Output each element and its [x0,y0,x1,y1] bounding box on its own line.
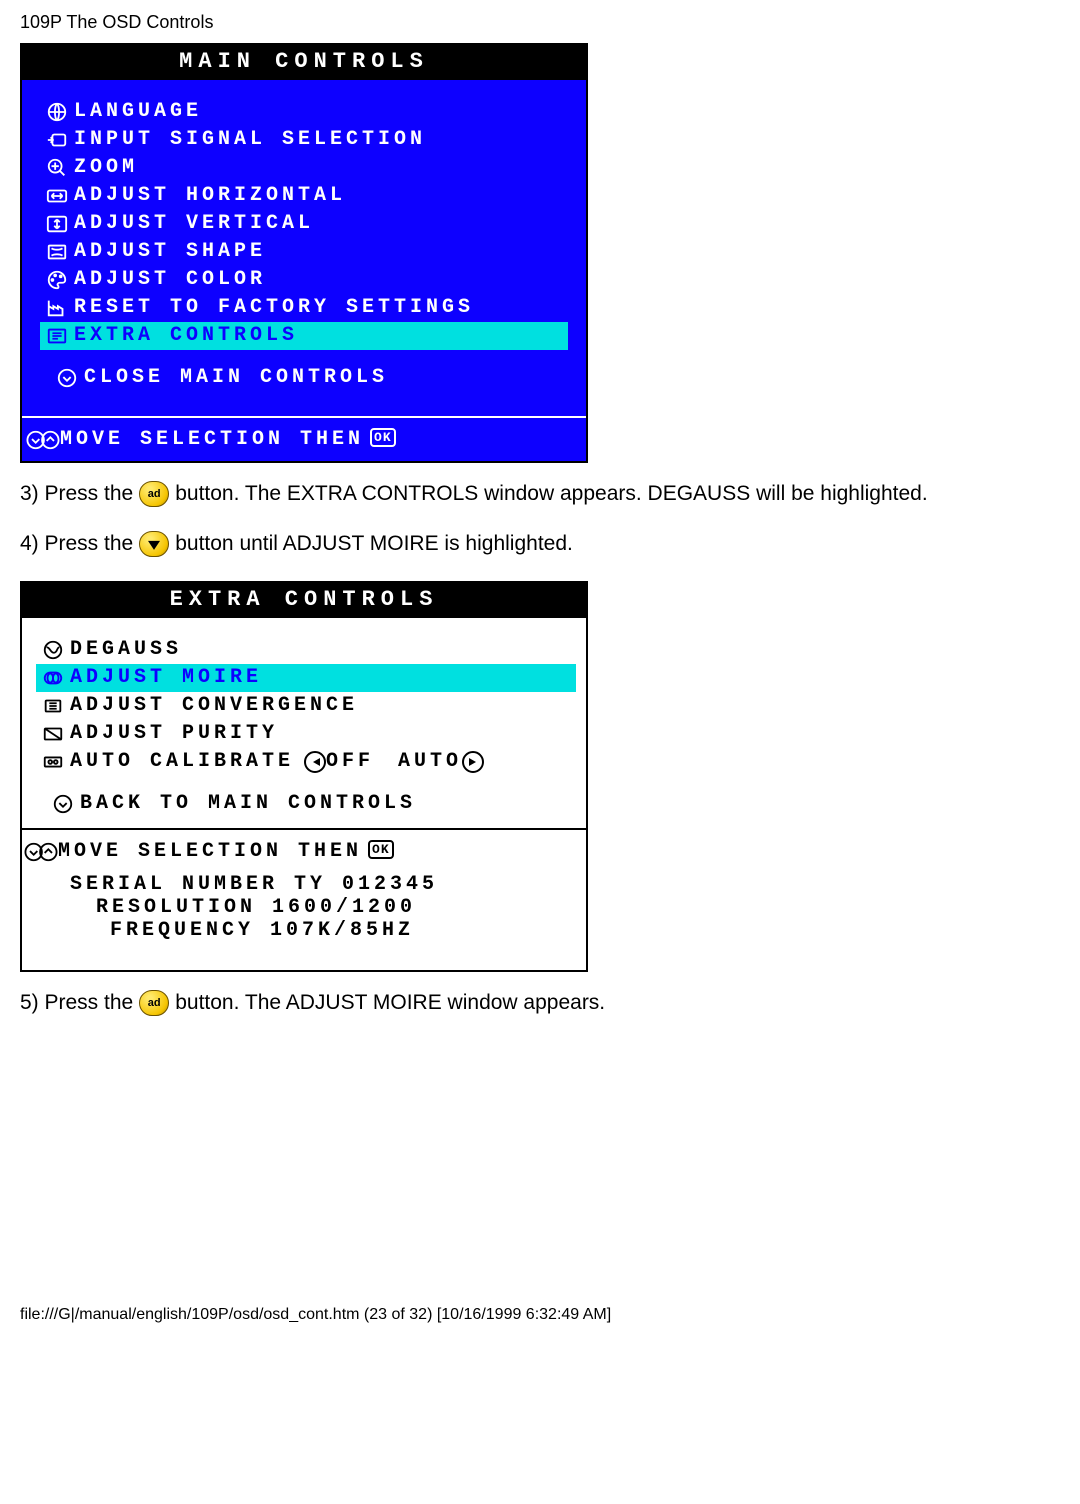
menu-item-adjust-purity[interactable]: ADJUST PURITY [36,720,576,748]
menu-item-input-signal[interactable]: INPUT SIGNAL SELECTION [40,126,568,154]
color-icon [40,269,74,291]
menu-item-extra-controls[interactable]: EXTRA CONTROLS [40,322,568,350]
step-text: 3) Press the [20,482,133,506]
ok-icon: OK [370,428,396,447]
down-button-icon [139,531,169,557]
footer-text: MOVE SELECTION THEN [58,840,362,863]
menu-label: CLOSE MAIN CONTROLS [84,364,388,392]
extra-icon [40,325,74,347]
menu-label: ADJUST CONVERGENCE [70,692,358,720]
menu-label: EXTRA CONTROLS [74,322,298,350]
osd-footer: MOVE SELECTION THEN OK [22,416,586,461]
frequency: FREQUENCY 107K/85HZ [70,919,576,942]
menu-item-adjust-vertical[interactable]: ADJUST VERTICAL [40,210,568,238]
instruction-step-4: 4) Press the button until ADJUST MOIRE i… [20,531,1060,557]
degauss-icon [36,639,70,661]
off-label: OFF [326,748,374,776]
menu-item-back-main[interactable]: BACK TO MAIN CONTROLS [36,790,576,818]
menu-label: AUTO CALIBRATE [70,748,294,776]
up-down-icon [24,841,58,863]
language-icon [40,101,74,123]
step-text: button. The ADJUST MOIRE window appears. [175,991,605,1015]
vert-icon [40,213,74,235]
serial-number: SERIAL NUMBER TY 012345 [70,873,576,896]
menu-label: ADJUST MOIRE [70,664,262,692]
menu-item-language[interactable]: LANGUAGE [40,98,568,126]
menu-item-zoom[interactable]: ZOOM [40,154,568,182]
horiz-icon [40,185,74,207]
menu-label: ZOOM [74,154,138,182]
menu-label: DEGAUSS [70,636,182,664]
menu-item-adjust-moire[interactable]: ADJUST MOIRE [36,664,576,692]
menu-label: ADJUST PURITY [70,720,278,748]
input-icon [40,129,74,151]
right-arrow-icon [462,751,484,773]
osd-title: EXTRA CONTROLS [22,583,586,618]
menu-item-adjust-color[interactable]: ADJUST COLOR [40,266,568,294]
down-circle-icon [50,367,84,389]
zoom-icon [40,157,74,179]
menu-item-adjust-shape[interactable]: ADJUST SHAPE [40,238,568,266]
osd-extra-controls: EXTRA CONTROLS DEGAUSS ADJUST MOIRE ADJU… [20,581,588,972]
page-header: 109P The OSD Controls [20,12,1060,33]
menu-label: ADJUST COLOR [74,266,266,294]
step-text: button until ADJUST MOIRE is highlighted… [175,532,573,556]
ok-icon: OK [368,840,394,859]
down-circle-icon [46,793,80,815]
resolution: RESOLUTION 1600/1200 [70,896,576,919]
osd-footer: MOVE SELECTION THEN OK SERIAL NUMBER TY … [22,828,586,970]
footer-text: MOVE SELECTION THEN [60,428,364,451]
menu-label: INPUT SIGNAL SELECTION [74,126,426,154]
menu-item-reset-factory[interactable]: RESET TO FACTORY SETTINGS [40,294,568,322]
osd-title: MAIN CONTROLS [22,45,586,80]
instruction-step-5: 5) Press the ad button. The ADJUST MOIRE… [20,990,1060,1016]
ad-button-icon: ad [139,481,169,507]
menu-item-close-main[interactable]: CLOSE MAIN CONTROLS [40,364,568,392]
menu-item-degauss[interactable]: DEGAUSS [36,636,576,664]
step-text: button. The EXTRA CONTROLS window appear… [175,482,927,506]
up-down-icon [26,429,60,451]
menu-item-adjust-convergence[interactable]: ADJUST CONVERGENCE [36,692,576,720]
instruction-step-3: 3) Press the ad button. The EXTRA CONTRO… [20,481,1060,507]
menu-item-adjust-horizontal[interactable]: ADJUST HORIZONTAL [40,182,568,210]
menu-label: RESET TO FACTORY SETTINGS [74,294,474,322]
menu-label: ADJUST VERTICAL [74,210,314,238]
moire-icon [36,667,70,689]
menu-label: BACK TO MAIN CONTROLS [80,790,416,818]
osd-main-controls: MAIN CONTROLS LANGUAGE INPUT SIGNAL SELE… [20,43,588,463]
reset-icon [40,297,74,319]
converge-icon [36,695,70,717]
ad-button-icon: ad [139,990,169,1016]
menu-label: LANGUAGE [74,98,202,126]
menu-label: ADJUST HORIZONTAL [74,182,346,210]
purity-icon [36,723,70,745]
step-text: 4) Press the [20,532,133,556]
left-arrow-icon [304,751,326,773]
step-text: 5) Press the [20,991,133,1015]
page-footer-path: file:///G|/manual/english/109P/osd/osd_c… [20,1306,1060,1324]
calibrate-icon [36,751,70,773]
menu-label: ADJUST SHAPE [74,238,266,266]
menu-item-auto-calibrate[interactable]: AUTO CALIBRATE OFF AUTO [36,748,576,776]
shape-icon [40,241,74,263]
auto-label: AUTO [398,748,462,776]
